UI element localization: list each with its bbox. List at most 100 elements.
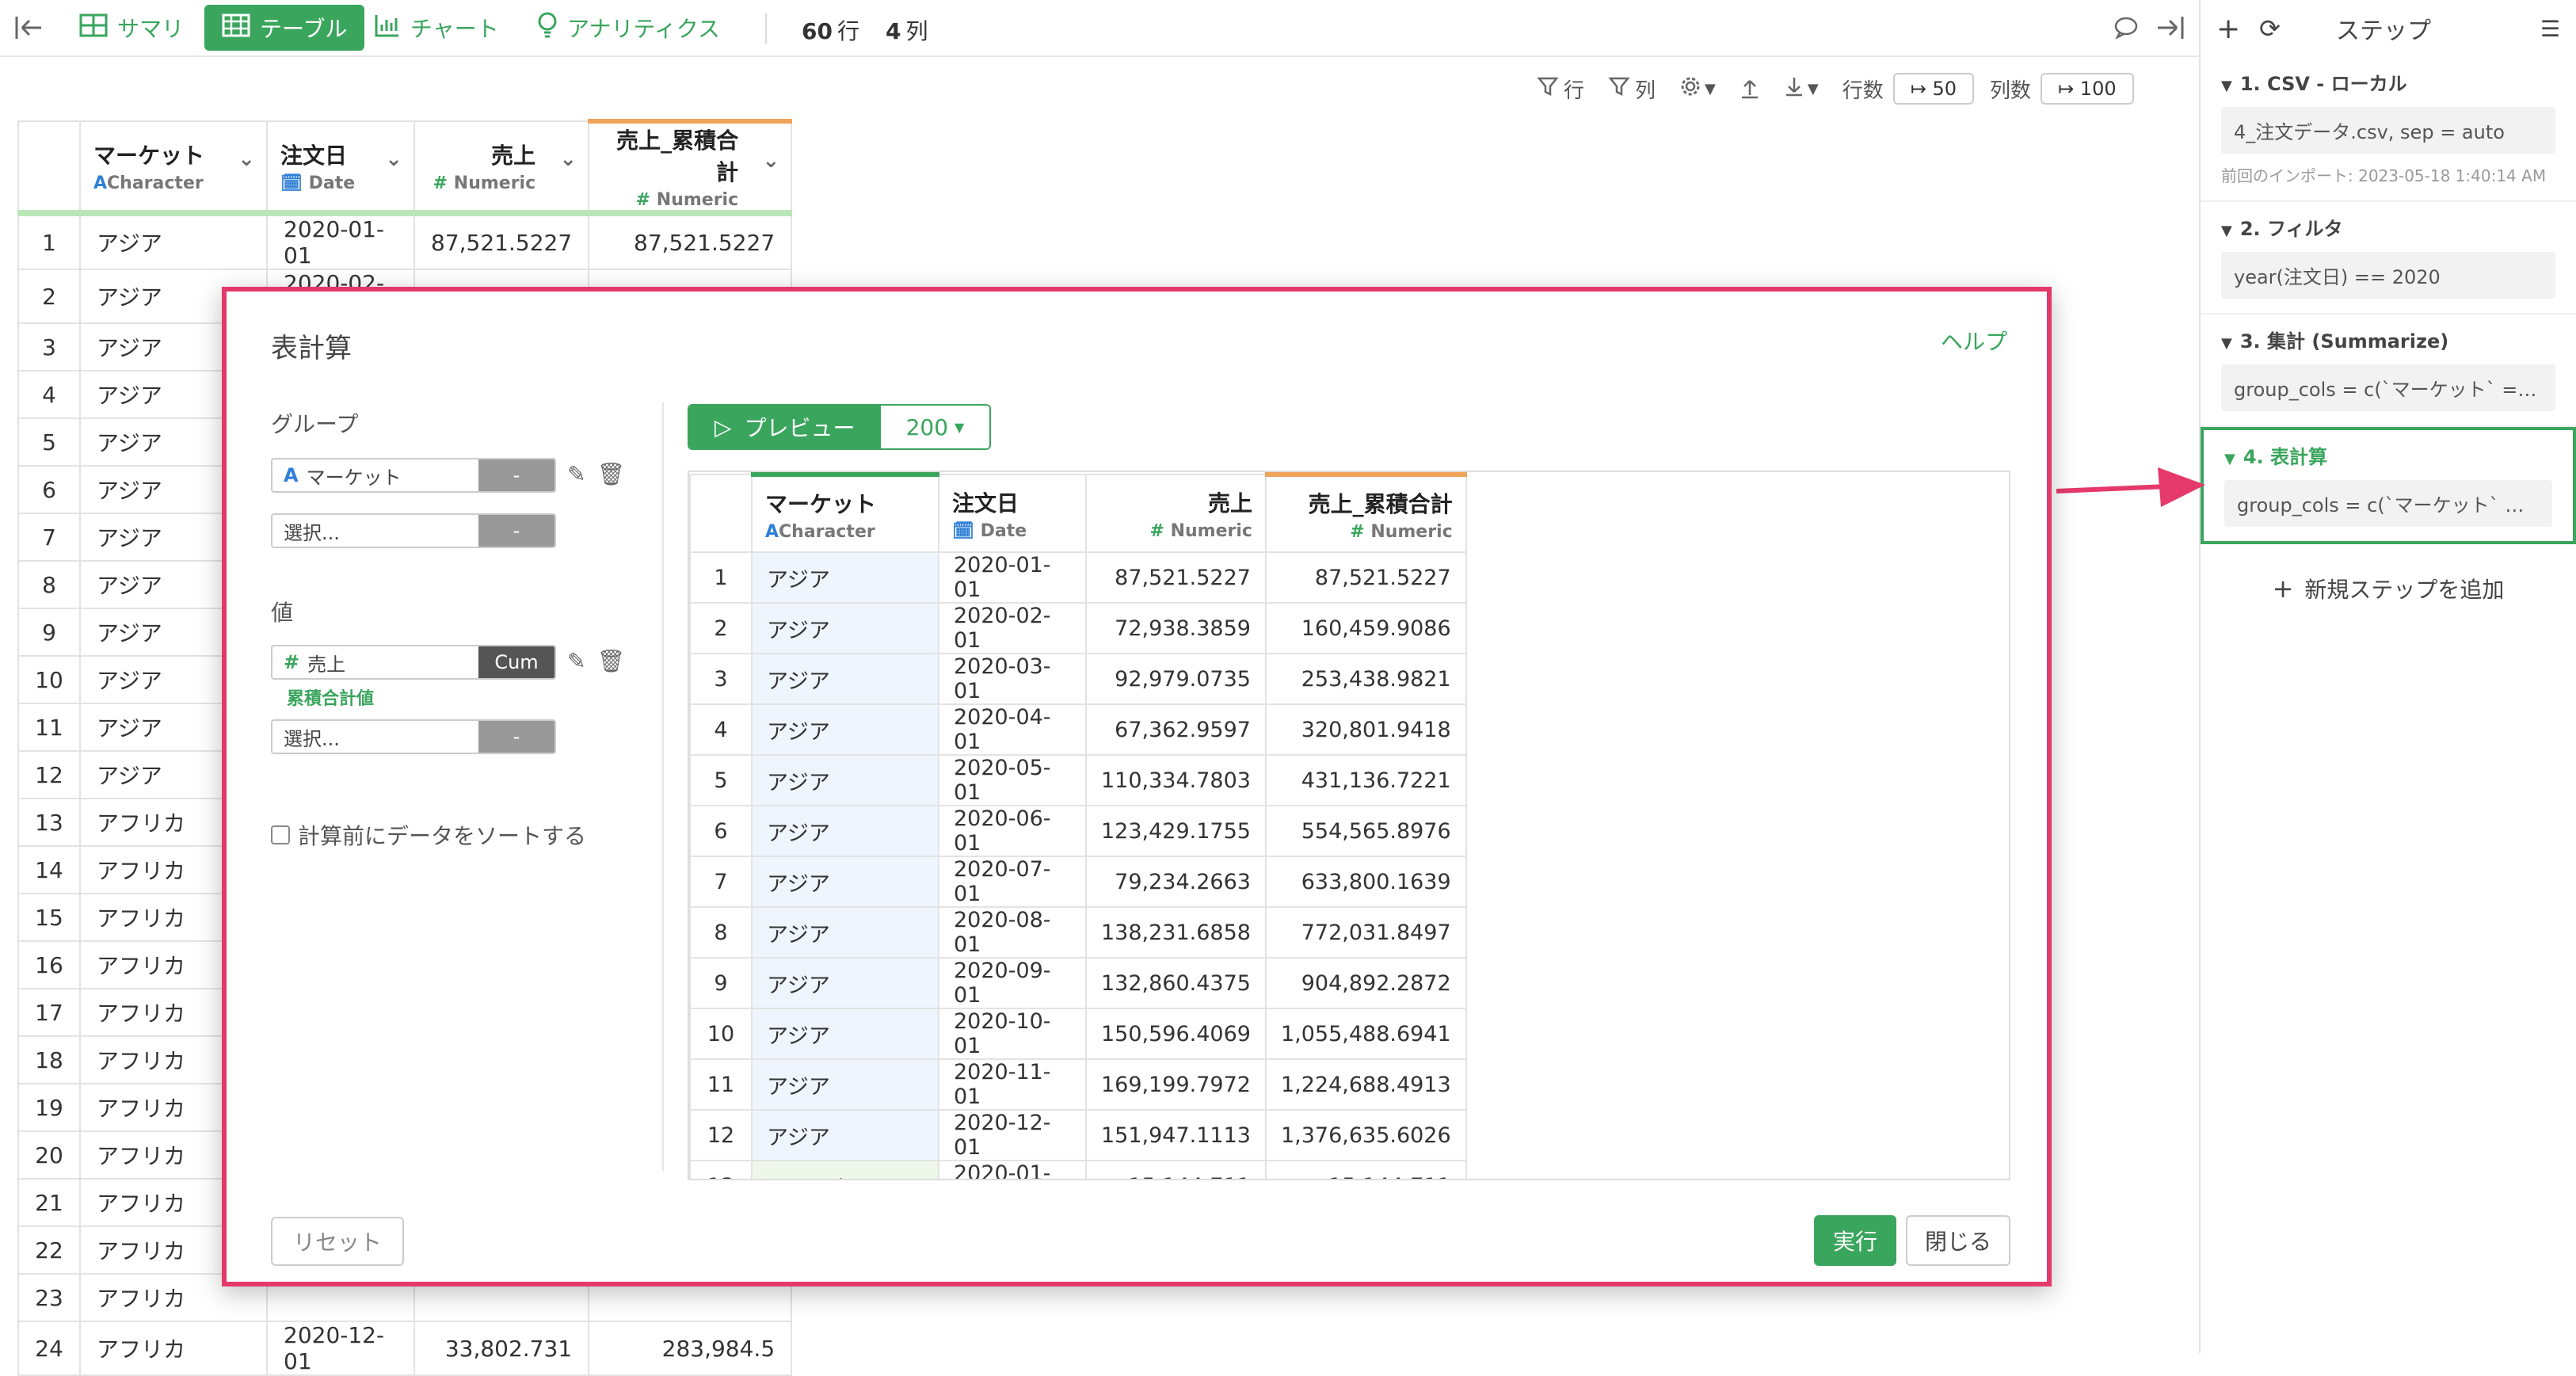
chevron-down-icon[interactable]: ⌄	[559, 147, 577, 171]
cell-market: アジア	[751, 856, 939, 908]
group-select-button[interactable]: -	[478, 515, 554, 547]
cell-order-date: 2020-06-01	[938, 805, 1087, 857]
add-step-button[interactable]: + 新規ステップを追加	[2201, 573, 2576, 604]
tab-summary[interactable]: サマリ	[79, 5, 184, 51]
step-item[interactable]: ▼ 3. 集計 (Summarize) group_cols = c(`マーケット…	[2201, 314, 2576, 427]
group-field[interactable]: A マーケット -	[271, 458, 556, 493]
upload-icon[interactable]	[1740, 78, 1760, 100]
preview-table-container[interactable]: マーケット ACharacter 注文日 🗓 Date 売上 # Numeric…	[688, 471, 2010, 1180]
row-index: 17	[17, 988, 81, 1037]
help-link[interactable]: ヘルプ	[1941, 325, 2007, 356]
calendar-icon: 🗓	[952, 520, 974, 541]
cell-sales: 169,199.7972	[1085, 1058, 1267, 1111]
edit-icon[interactable]: ✎	[567, 461, 585, 487]
tab-analytics[interactable]: アナリティクス	[537, 5, 720, 51]
caret-down-icon[interactable]: ▼	[2221, 223, 2232, 239]
column-header: 売上 # Numeric	[1085, 474, 1267, 553]
settings-dropdown[interactable]: ▼	[1679, 75, 1716, 103]
row-index: 4	[17, 370, 81, 419]
toolbar-divider	[765, 13, 767, 44]
steps-header: + ⟳ ステップ ☰	[2201, 0, 2576, 57]
cell-sales: 87,521.5227	[413, 212, 590, 270]
column-header: マーケット ACharacter	[751, 472, 939, 553]
download-dropdown[interactable]: ▼	[1784, 75, 1819, 103]
cell-order-date: 2020-01-01	[938, 1160, 1087, 1179]
value-field[interactable]: # 売上 Cum	[271, 645, 556, 680]
value-function-button[interactable]: Cum	[478, 646, 554, 678]
close-button[interactable]: 閉じる	[1905, 1215, 2010, 1266]
table-row: 2アジア2020-02-0172,938.3859160,459.9086	[689, 602, 1467, 654]
column-header[interactable]: 売上_累積合計 # Numeric ⌄	[588, 119, 793, 216]
trash-icon[interactable]: 🗑	[596, 648, 625, 674]
cell-order-date: 2020-01-01	[266, 212, 415, 270]
comment-icon[interactable]	[2113, 5, 2139, 51]
table-calculation-dialog: 表計算 ヘルプ グループ A マーケット - ✎ 🗑 選択... - 値 # 売上 …	[222, 287, 2052, 1286]
value-field-actions: ✎ 🗑	[567, 648, 625, 674]
group-field-button[interactable]: -	[478, 459, 554, 491]
table-row: 11 アジア 2020-11-01 169,199.7972 1,224,688.491…	[689, 1058, 1467, 1111]
row-index: 20	[17, 1130, 81, 1180]
sort-before-calc-checkbox[interactable]: 計算前にデータをソートする	[271, 819, 586, 851]
steps-panel: + ⟳ ステップ ☰ ▼ 1. CSV - ローカル 4_注文データ.csv, s…	[2199, 0, 2576, 1353]
reset-button[interactable]: リセット	[271, 1217, 405, 1266]
row-index: 23	[17, 1273, 81, 1322]
row-index: 4	[689, 703, 753, 756]
caret-down-icon[interactable]: ▼	[2221, 335, 2232, 352]
step-item[interactable]: ▼ 2. フィルタ year(注文日) == 2020	[2201, 202, 2576, 314]
column-header[interactable]: 注文日 🗓 Date ⌄	[266, 120, 415, 216]
chevron-down-icon[interactable]: ⌄	[238, 147, 255, 171]
filter-icon	[1537, 75, 1559, 103]
step-item[interactable]: ▼ 1. CSV - ローカル 4_注文データ.csv, sep = auto 前…	[2201, 57, 2576, 202]
edit-icon[interactable]: ✎	[567, 648, 585, 674]
column-header[interactable]: 売上 # Numeric ⌄	[413, 120, 590, 216]
row-count-input[interactable]: ↦ 50	[1892, 73, 1975, 105]
caret-down-icon: ▼	[1807, 80, 1819, 97]
group-select[interactable]: 選択... -	[271, 513, 556, 548]
value-select-button[interactable]: -	[478, 721, 554, 753]
tab-chart[interactable]: チャート	[374, 5, 499, 51]
checkbox[interactable]	[271, 825, 290, 844]
step-item-active[interactable]: ▼4. 表計算 group_cols = c(`マーケット` = "マー…	[2201, 427, 2576, 544]
table-row: 24 アフリカ 2020-12-01 33,802.731 283,984.5	[17, 1321, 793, 1376]
caret-down-icon[interactable]: ▼	[2224, 451, 2235, 467]
run-button[interactable]: 実行	[1813, 1215, 1896, 1266]
lightbulb-icon	[537, 12, 558, 44]
collapse-right-icon[interactable]	[2155, 5, 2185, 51]
sliders-icon[interactable]: ☰	[2540, 16, 2560, 42]
table-row: 8 アジア 2020-08-01 138,231.6858 772,031.8497	[689, 906, 1467, 959]
tab-table[interactable]: テーブル	[204, 5, 365, 51]
table-row: 13アフリカ2020-01-0115,144.71115,144.711	[689, 1160, 1467, 1179]
chevron-down-icon[interactable]: ⌄	[762, 149, 779, 173]
cell-market: アジア	[751, 653, 939, 705]
trash-icon[interactable]: 🗑	[596, 461, 625, 487]
refresh-icon[interactable]: ⟳	[2259, 13, 2281, 44]
column-header[interactable]: マーケット ACharacter ⌄	[79, 120, 268, 216]
tab-label: テーブル	[260, 16, 348, 42]
caret-down-icon[interactable]: ▼	[2221, 78, 2232, 94]
row-index: 1	[689, 551, 753, 604]
numeric-type-icon: #	[284, 651, 300, 673]
cell-sales-cumsum: 554,565.8976	[1264, 805, 1467, 857]
collapse-left-icon[interactable]	[14, 5, 44, 51]
cell-sales-cumsum: 253,438.9821	[1264, 653, 1467, 705]
value-function-label: 累積合計値	[287, 689, 375, 709]
cell-sales: 15,144.711	[1085, 1160, 1267, 1179]
table-row: 1 アジア 2020-01-01 87,521.5227 87,521.5227	[17, 212, 793, 270]
table-row: 7 アジア 2020-07-01 79,234.2663 633,800.1639	[689, 856, 1467, 908]
preview-control: ▷ プレビュー 200 ▼	[688, 404, 992, 450]
cell-order-date: 2020-10-01	[938, 1008, 1087, 1060]
row-filter-button[interactable]: 行	[1537, 74, 1584, 104]
row-index: 13	[689, 1160, 753, 1179]
character-type-icon: A	[765, 521, 779, 542]
preview-button[interactable]: ▷ プレビュー	[689, 406, 881, 448]
row-index: 6	[689, 805, 753, 857]
row-index: 2	[17, 269, 81, 324]
row-index: 10	[689, 1008, 753, 1060]
cell-sales-cumsum: 87,521.5227	[588, 212, 793, 270]
column-filter-button[interactable]: 列	[1608, 74, 1656, 104]
preview-count-dropdown[interactable]: 200 ▼	[880, 406, 990, 448]
col-count-input[interactable]: ↦ 100	[2041, 73, 2134, 105]
value-select[interactable]: 選択... -	[271, 719, 556, 754]
plus-icon[interactable]: +	[2216, 13, 2240, 45]
chevron-down-icon[interactable]: ⌄	[385, 147, 402, 171]
